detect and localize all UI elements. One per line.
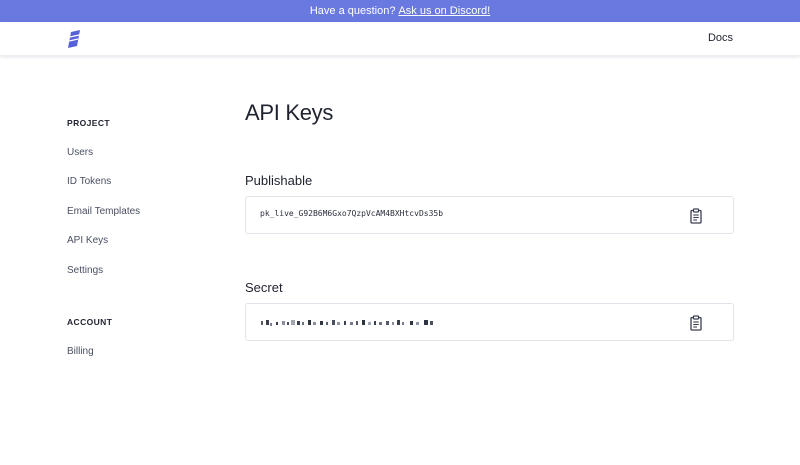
publishable-key-value[interactable]: pk_live_G92B6M6Gxo7QzpVcAM4BXHtcvDs35b bbox=[260, 209, 443, 218]
clipboard-icon[interactable] bbox=[689, 315, 703, 331]
banner-text: Have a question? bbox=[309, 5, 396, 17]
sidebar-item-email-templates[interactable]: Email Templates bbox=[67, 206, 140, 218]
discord-link[interactable]: Ask us on Discord! bbox=[398, 5, 490, 17]
secret-section-title: Secret bbox=[245, 280, 283, 295]
sidebar-item-api-keys[interactable]: API Keys bbox=[67, 235, 108, 247]
sidebar-item-id-tokens[interactable]: ID Tokens bbox=[67, 176, 111, 188]
sidebar-item-settings[interactable]: Settings bbox=[67, 265, 103, 277]
sidebar-item-billing[interactable]: Billing bbox=[67, 346, 94, 358]
sidebar-heading-project: PROJECT bbox=[67, 118, 110, 128]
secret-key-box bbox=[245, 303, 734, 341]
top-navbar: Docs bbox=[0, 22, 800, 56]
publishable-section-title: Publishable bbox=[245, 173, 313, 188]
docs-link[interactable]: Docs bbox=[708, 32, 733, 44]
clipboard-icon[interactable] bbox=[689, 208, 703, 224]
feather-logo-icon[interactable] bbox=[67, 30, 81, 48]
announcement-banner: Have a question? Ask us on Discord! bbox=[0, 0, 800, 22]
page-title: API Keys bbox=[245, 100, 334, 125]
sidebar-heading-account: ACCOUNT bbox=[67, 317, 113, 327]
publishable-key-box: pk_live_G92B6M6Gxo7QzpVcAM4BXHtcvDs35b bbox=[245, 196, 734, 234]
sidebar-item-users[interactable]: Users bbox=[67, 147, 93, 159]
masked-secret-key bbox=[261, 320, 433, 326]
